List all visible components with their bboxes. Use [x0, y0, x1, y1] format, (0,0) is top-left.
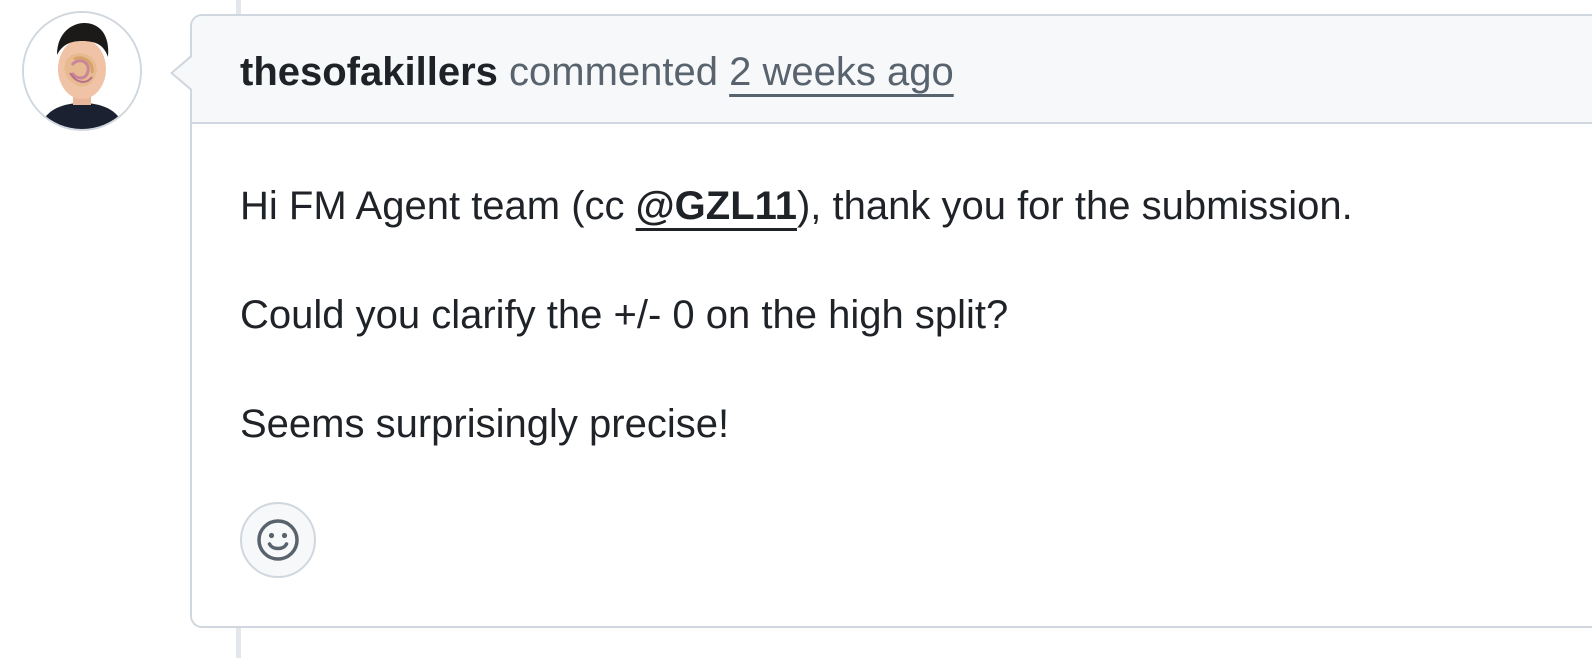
smiley-icon: [257, 519, 299, 561]
issue-timeline: thesofakillers commented 2 weeks ago Hi …: [0, 0, 1592, 658]
user-mention-link[interactable]: @GZL11: [636, 184, 797, 228]
comment-text: Hi FM Agent team (cc: [240, 184, 636, 228]
comment-header: thesofakillers commented 2 weeks ago: [192, 16, 1592, 124]
author-link[interactable]: thesofakillers: [240, 50, 498, 94]
comment-header-line: thesofakillers commented 2 weeks ago: [240, 48, 954, 96]
comment-action: commented: [509, 50, 718, 94]
comment-box: thesofakillers commented 2 weeks ago Hi …: [190, 14, 1592, 628]
comment-paragraph: Hi FM Agent team (cc @GZL11), thank you …: [240, 178, 1353, 234]
user-avatar-icon: [24, 13, 140, 129]
comment-body: Hi FM Agent team (cc @GZL11), thank you …: [240, 178, 1353, 505]
add-reaction-button[interactable]: [240, 502, 316, 578]
avatar[interactable]: [22, 11, 142, 131]
comment-text: ), thank you for the submission.: [796, 184, 1353, 228]
comment-paragraph: Could you clarify the +/- 0 on the high …: [240, 293, 1009, 337]
comment-paragraph: Seems surprisingly precise!: [240, 402, 730, 446]
timestamp-link[interactable]: 2 weeks ago: [729, 50, 954, 94]
